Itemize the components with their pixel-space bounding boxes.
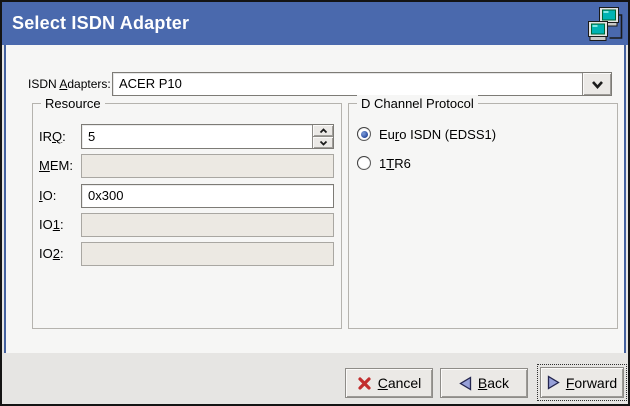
mem-field [81,154,334,178]
mem-label: MEM: [39,154,73,178]
resource-group-title: Resource [41,95,105,112]
forward-button[interactable]: Forward [540,367,624,398]
chevron-down-icon [319,140,328,146]
spin-down-button[interactable] [313,136,333,148]
d-channel-protocol-title: D Channel Protocol [357,95,478,112]
forward-button-label: Forward [566,375,617,391]
isdn-adapters-label: ISDN Adapters: [28,72,111,96]
back-button-label: Back [478,375,509,391]
io-field[interactable]: 0x300 [81,184,334,208]
network-computers-icon [587,6,623,44]
io1-label: IO1: [39,213,64,237]
io1-field [81,213,334,237]
titlebar: Select ISDN Adapter [2,2,628,45]
io-label: IO: [39,184,56,208]
irq-spinner [312,125,333,148]
radio-indicator-icon [357,156,371,170]
button-bar [2,353,628,404]
resource-group: Resource IRQ: 5 MEM: [32,103,342,329]
dialog-inner: Select ISDN Adapter ISDN Adapters: ACE [2,2,628,404]
radio-euro-isdn[interactable]: Euro ISDN (EDSS1) [357,125,496,143]
chevron-down-icon [591,80,604,89]
spin-up-button[interactable] [313,125,333,136]
radio-euro-isdn-label: Euro ISDN (EDSS1) [379,127,496,142]
io2-field [81,242,334,266]
io2-label: IO2: [39,242,64,266]
combo-dropdown-button[interactable] [582,73,611,95]
irq-label: IRQ: [39,124,66,149]
cancel-button[interactable]: Cancel [345,368,433,398]
red-x-icon [357,376,372,391]
left-arrow-icon [459,376,472,391]
d-channel-protocol-group: D Channel Protocol Euro ISDN (EDSS1) 1TR… [348,103,618,329]
dialog-title: Select ISDN Adapter [2,13,189,34]
forward-button-focus-frame: Forward [537,364,627,401]
isdn-adapter-combobox[interactable]: ACER P10 [112,72,612,96]
right-arrow-icon [547,375,560,390]
radio-1tr6[interactable]: 1TR6 [357,154,411,172]
cancel-button-label: Cancel [378,375,422,391]
irq-value: 5 [82,125,333,148]
isdn-adapter-value[interactable]: ACER P10 [113,73,581,95]
irq-spinbox[interactable]: 5 [81,124,334,149]
io-value: 0x300 [82,185,333,207]
radio-1tr6-label: 1TR6 [379,156,411,171]
radio-indicator-icon [357,127,371,141]
dialog-window: Select ISDN Adapter ISDN Adapters: ACE [0,0,630,406]
chevron-up-icon [319,128,328,134]
back-button[interactable]: Back [440,368,528,398]
